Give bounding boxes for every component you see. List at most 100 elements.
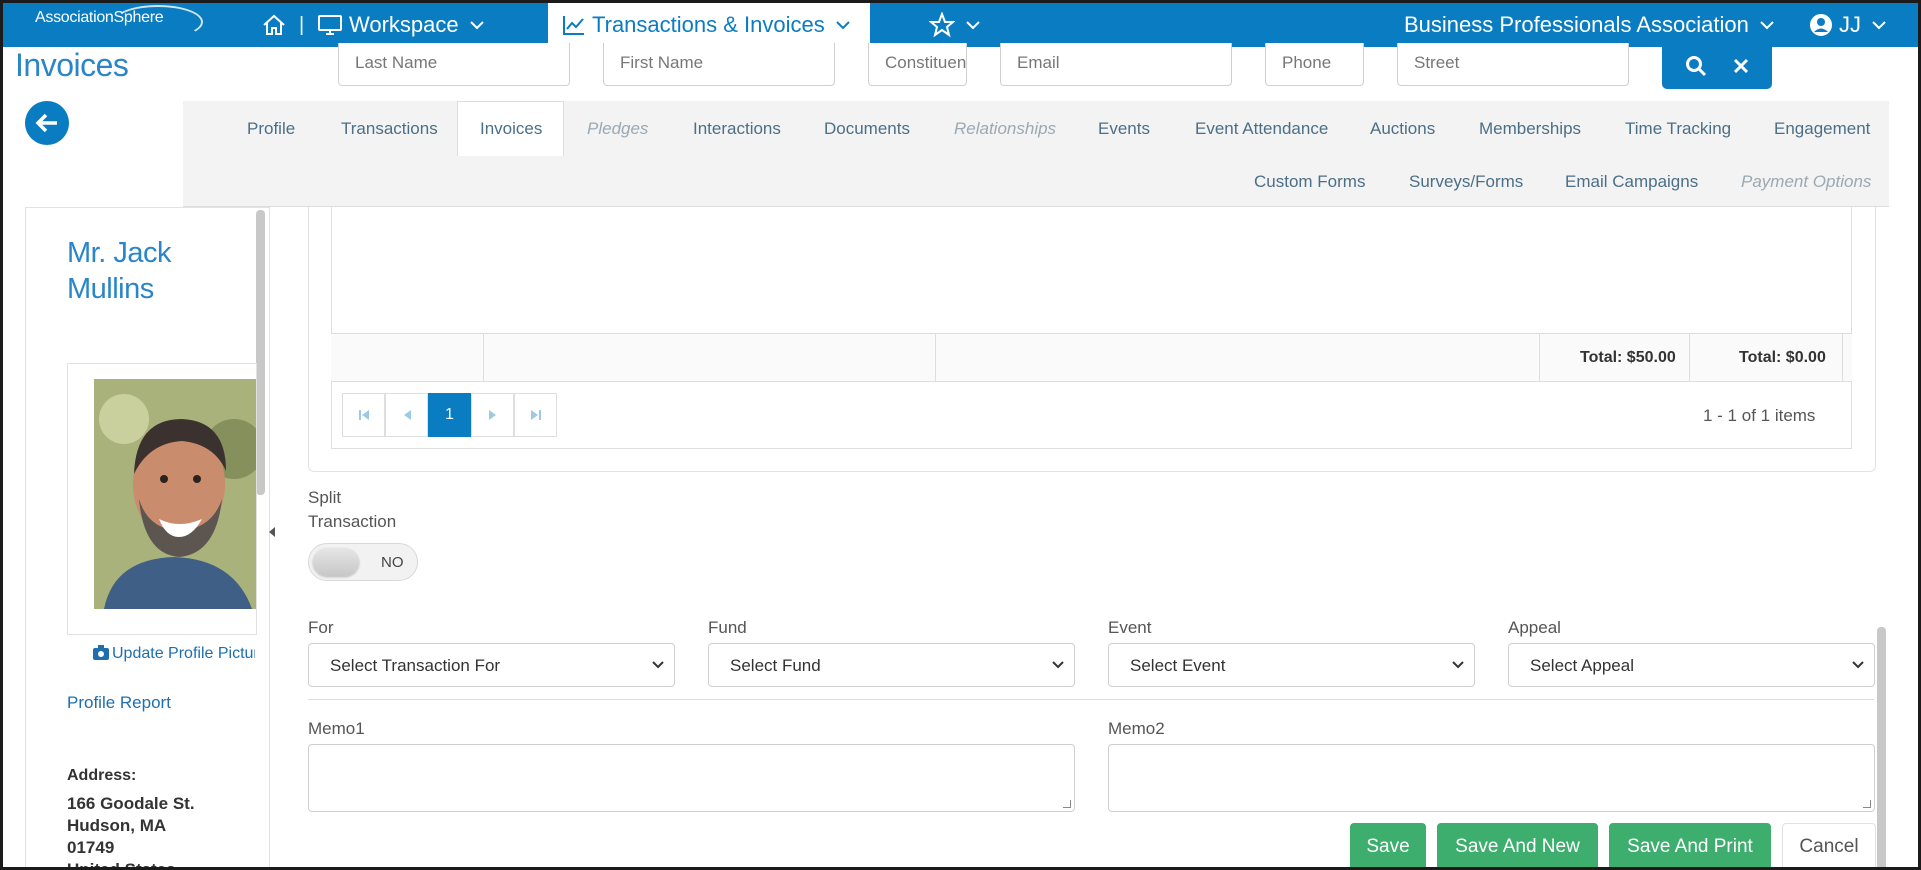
save-and-print-button[interactable]: Save And Print — [1609, 823, 1771, 867]
tab-event-attendance[interactable]: Event Attendance — [1195, 119, 1328, 139]
grid-total-amount: Total: $0.00 — [1739, 349, 1826, 366]
search-actions — [1662, 43, 1772, 89]
main-scrollbar[interactable] — [1877, 627, 1886, 867]
search-icon[interactable] — [1685, 55, 1707, 77]
first-page-icon — [358, 410, 369, 420]
tab-pledges[interactable]: Pledges — [587, 119, 648, 139]
memo1-label: Memo1 — [308, 719, 365, 738]
first-page-button[interactable] — [342, 393, 385, 437]
home-icon — [263, 14, 285, 35]
next-page-button[interactable] — [471, 393, 514, 437]
tab-transactions[interactable]: Transactions — [341, 119, 438, 139]
tab-memberships[interactable]: Memberships — [1479, 119, 1581, 139]
chevron-down-icon — [1052, 661, 1064, 669]
transactions-menu[interactable]: Transactions & Invoices — [548, 3, 870, 47]
page-title: Invoices — [15, 47, 129, 83]
tab-payment-options[interactable]: Payment Options — [1741, 172, 1871, 192]
tab-profile[interactable]: Profile — [247, 119, 295, 139]
chevron-down-icon — [1872, 21, 1886, 30]
tab-surveys-forms[interactable]: Surveys/Forms — [1409, 172, 1523, 192]
resize-handle-icon[interactable] — [1863, 800, 1871, 808]
email-input[interactable]: Email — [1000, 43, 1232, 86]
fund-label: Fund — [708, 618, 747, 637]
arrow-left-icon — [35, 113, 57, 133]
current-page-button[interactable]: 1 — [428, 393, 471, 437]
tab-time-tracking[interactable]: Time Tracking — [1625, 119, 1731, 139]
organization-menu[interactable]: Business Professionals Association — [1404, 3, 1775, 47]
caret-right-icon — [488, 410, 496, 420]
chevron-down-icon — [966, 21, 980, 30]
profile-name: Mr. Jack Mullins — [67, 237, 171, 305]
split-transaction-toggle[interactable]: NO — [308, 543, 418, 581]
split-transaction-label: Split — [308, 488, 342, 507]
top-navbar: AssociationSphere | Workspace Transactio… — [3, 3, 1918, 47]
home-button[interactable] — [261, 3, 287, 47]
update-profile-picture-label: Update Profile Picture — [112, 645, 255, 662]
address-line: United States — [67, 860, 176, 870]
pagination-info: 1 - 1 of 1 items — [1703, 406, 1816, 425]
save-button[interactable]: Save — [1350, 823, 1426, 867]
toggle-knob — [313, 548, 359, 576]
organization-name: Business Professionals Association — [1404, 12, 1749, 37]
previous-page-button[interactable] — [385, 393, 428, 437]
form-divider — [308, 699, 1874, 700]
for-label: For — [308, 618, 334, 637]
cancel-button[interactable]: Cancel — [1782, 823, 1876, 867]
user-circle-icon — [1810, 14, 1832, 36]
invoice-grid — [331, 207, 1852, 449]
profile-report-link[interactable]: Profile Report — [67, 693, 171, 713]
chevron-down-icon — [1760, 21, 1774, 30]
address-line: Hudson, MA — [67, 816, 167, 835]
tab-events[interactable]: Events — [1098, 119, 1150, 139]
address-block: 166 Goodale St. Hudson, MA 01749 United … — [67, 793, 195, 870]
transactions-label: Transactions & Invoices — [592, 12, 825, 37]
grid-column-divider — [1689, 333, 1690, 382]
street-input[interactable]: Street — [1397, 43, 1629, 86]
first-name-input[interactable]: First Name — [603, 43, 835, 86]
app-window: AssociationSphere | Workspace Transactio… — [0, 0, 1921, 870]
user-initials: JJ — [1839, 12, 1861, 37]
back-button[interactable] — [25, 101, 69, 145]
transaction-for-select[interactable]: Select Transaction For — [308, 643, 675, 687]
user-menu[interactable]: JJ — [1809, 3, 1887, 47]
grid-column-divider — [935, 333, 936, 382]
event-value: Select Event — [1130, 656, 1226, 675]
chevron-down-icon — [652, 661, 664, 669]
tab-engagement[interactable]: Engagement — [1774, 119, 1870, 139]
star-icon — [929, 12, 955, 38]
last-name-input[interactable]: Last Name — [338, 43, 570, 86]
favorites-menu[interactable] — [929, 3, 981, 47]
grid-column-divider — [483, 333, 484, 382]
last-page-icon — [530, 410, 541, 420]
sidebar-scrollbar[interactable] — [256, 210, 265, 495]
tab-auctions[interactable]: Auctions — [1370, 119, 1435, 139]
chevron-down-icon — [1452, 661, 1464, 669]
transaction-for-value: Select Transaction For — [330, 656, 501, 675]
monitor-icon — [318, 15, 342, 35]
resize-handle-icon[interactable] — [1063, 800, 1071, 808]
workspace-label: Workspace — [349, 12, 459, 37]
memo2-textarea[interactable] — [1108, 744, 1875, 812]
app-logo[interactable]: AssociationSphere — [35, 5, 203, 39]
chart-line-icon — [563, 16, 584, 35]
tab-custom-forms[interactable]: Custom Forms — [1254, 172, 1365, 192]
phone-input[interactable]: Phone — [1265, 43, 1364, 86]
update-profile-picture-link[interactable]: Update Profile Picture — [93, 645, 255, 663]
last-page-button[interactable] — [514, 393, 557, 437]
tab-invoices[interactable]: Invoices — [480, 119, 542, 139]
event-select[interactable]: Select Event — [1108, 643, 1475, 687]
close-icon[interactable] — [1732, 57, 1750, 75]
memo1-textarea[interactable] — [308, 744, 1075, 812]
tab-relationships[interactable]: Relationships — [954, 119, 1056, 139]
workspace-menu[interactable]: Workspace — [317, 3, 485, 47]
tab-email-campaigns[interactable]: Email Campaigns — [1565, 172, 1698, 192]
save-and-new-button[interactable]: Save And New — [1437, 823, 1598, 867]
address-label: Address: — [67, 767, 137, 784]
fund-select[interactable]: Select Fund — [708, 643, 1075, 687]
tab-documents[interactable]: Documents — [824, 119, 910, 139]
appeal-select[interactable]: Select Appeal — [1508, 643, 1875, 687]
tab-interactions[interactable]: Interactions — [693, 119, 781, 139]
constituent-input[interactable]: Constituent — [868, 43, 967, 86]
collapse-sidebar-icon[interactable] — [269, 527, 275, 537]
camera-icon — [93, 645, 109, 660]
